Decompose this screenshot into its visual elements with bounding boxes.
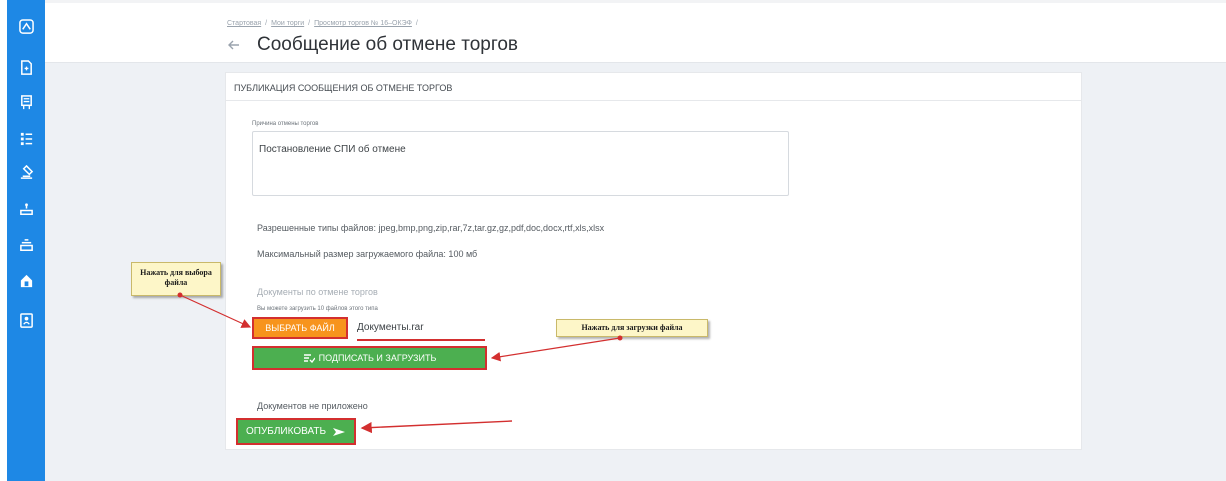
file-name-underline <box>357 339 485 341</box>
publish-label: ОПУБЛИКОВАТЬ <box>245 426 327 437</box>
publish-button[interactable]: ОПУБЛИКОВАТЬ <box>236 418 356 445</box>
document-icon[interactable] <box>19 60 34 75</box>
breadcrumb: Стартовая / Мои торги / Просмотр торгов № 16… <box>227 20 418 27</box>
house-icon[interactable] <box>19 273 34 288</box>
breadcrumb-my-trades-link[interactable]: Мои торги <box>271 20 304 27</box>
panel-header: ПУБЛИКАЦИЯ СООБЩЕНИЯ ОБ ОТМЕНЕ ТОРГОВ <box>226 73 1081 101</box>
reason-label: Причина отмены торгов <box>252 121 319 127</box>
choose-file-callout: Нажать для выбора файла <box>131 262 221 296</box>
allowed-file-types: Разрешенные типы файлов: jpeg,bmp,png,zi… <box>257 223 605 233</box>
choose-file-button[interactable]: ВЫБРАТЬ ФАЙЛ <box>252 317 348 339</box>
top-bar <box>45 0 1226 3</box>
selected-file-name: Документы.rar <box>357 322 424 333</box>
max-file-size: Максимальный размер загружаемого файла: … <box>257 249 478 259</box>
page-title: Сообщение об отмене торгов <box>257 34 519 55</box>
back-arrow-icon[interactable] <box>227 38 241 52</box>
logo-icon[interactable] <box>19 19 34 34</box>
documents-label: Документы по отмене торгов <box>257 287 378 297</box>
page-header <box>45 0 1226 63</box>
contact-card-icon[interactable] <box>19 313 34 328</box>
gavel-icon[interactable] <box>19 165 34 180</box>
sign-and-upload-label: ПОДПИСАТЬ И ЗАГРУЗИТЬ <box>318 353 437 363</box>
reason-textarea[interactable] <box>252 131 789 196</box>
certificate-icon[interactable] <box>19 95 34 110</box>
sidebar <box>7 0 45 481</box>
breadcrumb-trade-link[interactable]: Просмотр торгов № 16–ОКЭФ <box>314 20 412 27</box>
reason-value: Постановление СПИ об отмене <box>259 144 406 155</box>
no-documents-text: Документов не приложено <box>257 401 368 411</box>
sign-and-upload-button[interactable]: ПОДПИСАТЬ И ЗАГРУЗИТЬ <box>252 346 487 370</box>
breadcrumb-home-link[interactable]: Стартовая <box>227 20 261 27</box>
bidding-icon[interactable] <box>19 238 34 253</box>
send-icon <box>333 427 346 436</box>
documents-hint: Вы можете загрузить 10 файлов этого типа <box>257 306 378 312</box>
auction-icon[interactable] <box>19 202 34 217</box>
publication-panel: ПУБЛИКАЦИЯ СООБЩЕНИЯ ОБ ОТМЕНЕ ТОРГОВ <box>225 72 1082 450</box>
list-icon[interactable] <box>19 131 34 146</box>
signature-icon <box>303 354 315 363</box>
upload-file-callout: Нажать для загрузки файла <box>556 319 708 337</box>
panel-title: ПУБЛИКАЦИЯ СООБЩЕНИЯ ОБ ОТМЕНЕ ТОРГОВ <box>234 83 453 93</box>
left-margin <box>0 0 7 481</box>
